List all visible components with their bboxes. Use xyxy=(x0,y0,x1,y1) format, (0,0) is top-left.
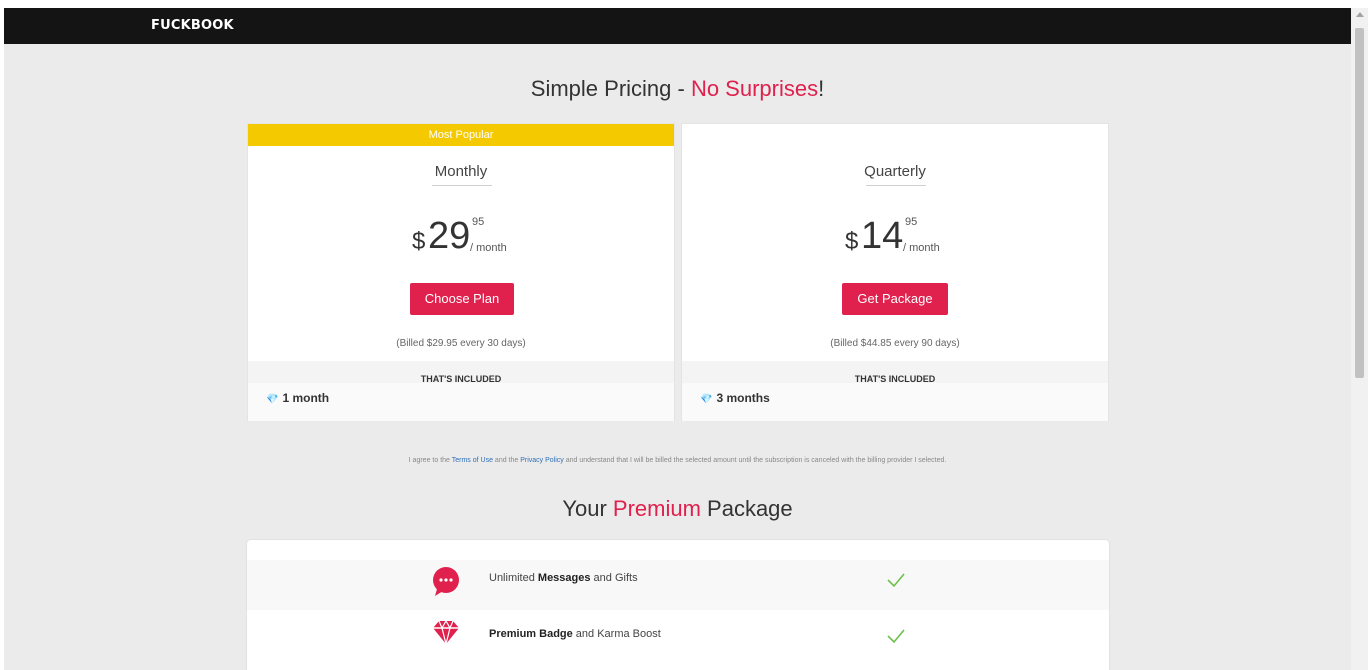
pricing-heading: Simple Pricing - No Surprises! xyxy=(530,76,825,101)
most-popular-ribbon: Most Popular xyxy=(248,124,674,146)
feature-row-badge: Premium Badge and Karma Boost xyxy=(247,618,1109,668)
diamond-icon xyxy=(433,619,459,645)
scrollbar-thumb[interactable] xyxy=(1355,28,1364,378)
price-currency: $ xyxy=(845,228,859,255)
terms-of-use-link[interactable]: Terms of Use xyxy=(452,457,493,464)
scroll-up-arrow-icon[interactable] xyxy=(1356,12,1364,17)
price-whole: 29 xyxy=(428,215,471,257)
legal-agreement-text: I agree to the Terms of Use and the Priv… xyxy=(408,457,947,464)
plan-price: $ 14 95 / month xyxy=(682,214,1108,264)
price-currency: $ xyxy=(412,228,426,255)
plan-card-quarterly: Quarterly $ 14 95 / month Get Package (B… xyxy=(681,123,1109,421)
checkmark-icon xyxy=(887,629,905,644)
included-title: THAT'S INCLUDED xyxy=(420,374,502,384)
price-period: / month xyxy=(903,242,940,254)
included-title: THAT'S INCLUDED xyxy=(854,374,936,384)
plan-name-underline xyxy=(432,185,492,186)
diamond-icon: 💎 xyxy=(266,394,279,405)
included-item: 💎 1 month xyxy=(266,391,330,405)
included-section: THAT'S INCLUDED 💎 3 months xyxy=(682,361,1108,421)
chat-bubble-icon xyxy=(433,567,459,596)
feature-text: Premium Badge and Karma Boost xyxy=(489,628,661,640)
premium-features-list: Unlimited Messages and Gifts Premium Bad… xyxy=(246,539,1110,670)
premium-heading-accent: Premium xyxy=(612,496,701,521)
pricing-heading-accent: No Surprises xyxy=(690,76,819,101)
plan-price: $ 29 95 / month xyxy=(248,214,674,264)
privacy-policy-link[interactable]: Privacy Policy xyxy=(520,457,564,464)
checkmark-icon xyxy=(887,573,905,588)
plan-name: Quarterly xyxy=(864,163,926,180)
vertical-scrollbar[interactable] xyxy=(1351,8,1368,670)
site-logo[interactable]: FUCKBOOK xyxy=(151,18,234,33)
diamond-icon: 💎 xyxy=(700,394,713,405)
billing-note: (Billed $29.95 every 30 days) xyxy=(396,338,526,349)
price-cents: 95 xyxy=(905,216,918,228)
choose-plan-button[interactable]: Choose Plan xyxy=(410,283,514,315)
price-cents: 95 xyxy=(472,216,485,228)
plan-card-monthly: Most Popular Monthly $ 29 95 / month Cho… xyxy=(247,123,675,421)
price-period: / month xyxy=(470,242,507,254)
top-navigation-bar: FUCKBOOK xyxy=(4,8,1351,44)
billing-note: (Billed $44.85 every 90 days) xyxy=(830,338,960,349)
feature-row-messages: Unlimited Messages and Gifts xyxy=(247,560,1109,610)
get-package-button[interactable]: Get Package xyxy=(842,283,948,315)
price-whole: 14 xyxy=(861,215,904,257)
plan-name-underline xyxy=(866,185,926,186)
included-item: 💎 3 months xyxy=(700,391,770,405)
included-section: THAT'S INCLUDED 💎 1 month xyxy=(248,361,674,421)
premium-package-heading: Your Premium Package xyxy=(562,496,793,521)
feature-text: Unlimited Messages and Gifts xyxy=(489,572,638,584)
plan-name: Monthly xyxy=(434,163,488,180)
page-viewport: FUCKBOOK Simple Pricing - No Surprises! … xyxy=(4,8,1351,670)
